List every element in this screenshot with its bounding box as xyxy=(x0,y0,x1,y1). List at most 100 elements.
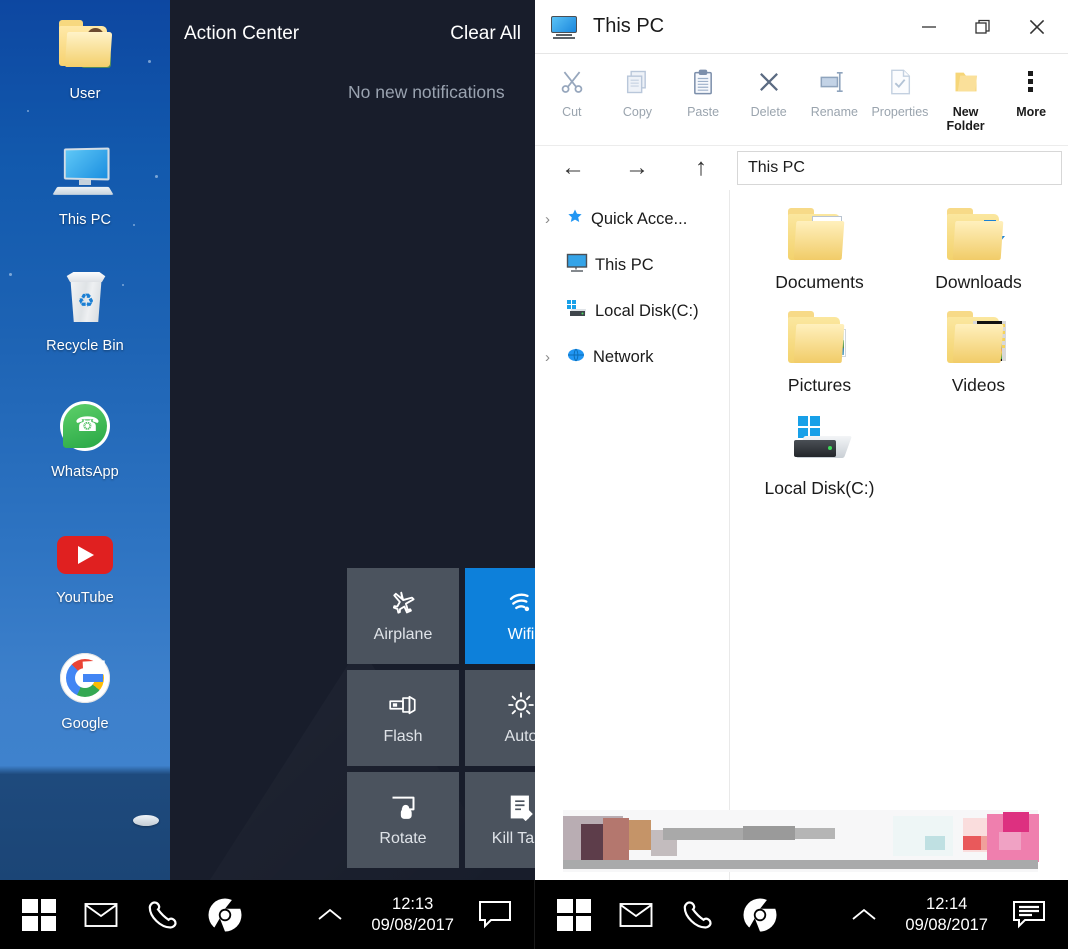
more-button[interactable]: More xyxy=(998,62,1064,119)
desktop-icon-this-pc[interactable]: This PC xyxy=(0,142,170,228)
delete-button[interactable]: Delete xyxy=(736,62,802,119)
action-center-empty-icon[interactable] xyxy=(464,880,526,949)
new-folder-button[interactable]: New Folder xyxy=(933,62,999,134)
file-item-downloads[interactable]: Downloads xyxy=(899,204,1058,293)
file-item-label: Local Disk(C:) xyxy=(764,478,875,498)
close-button[interactable] xyxy=(1010,2,1064,52)
back-button[interactable]: ← xyxy=(541,148,605,188)
quick-tile-label: Flash xyxy=(383,728,423,745)
explorer-sidebar: › Quick Acce... › This PC xyxy=(535,190,730,880)
delete-x-icon xyxy=(755,62,783,102)
sidebar-item-quick-access[interactable]: › Quick Acce... xyxy=(535,196,729,242)
start-button[interactable] xyxy=(543,880,605,949)
computer-monitor-icon xyxy=(566,253,588,278)
desktop-icon-user[interactable]: User xyxy=(0,16,170,102)
videos-folder-icon xyxy=(943,307,1015,369)
clear-all-button[interactable]: Clear All xyxy=(450,23,521,45)
sidebar-item-local-disk[interactable]: › Local Disk(C:) xyxy=(535,288,729,334)
window-title-bar: This PC xyxy=(535,0,1068,54)
tray-chevron-icon[interactable] xyxy=(299,880,361,949)
file-item-local-disk[interactable]: Local Disk(C:) xyxy=(740,410,899,499)
quick-settings-grid: Airplane Wifi Flash Auto Rotate Kill Ta xyxy=(347,568,535,868)
quick-tile-label: Wifi xyxy=(507,626,535,643)
file-item-videos[interactable]: Videos xyxy=(899,307,1058,396)
action-center-header: Action Center Clear All xyxy=(170,14,535,54)
chrome-icon[interactable] xyxy=(729,880,791,949)
forward-button[interactable]: → xyxy=(605,148,669,188)
computer-monitor-icon xyxy=(549,15,579,39)
file-item-label: Videos xyxy=(951,375,1006,395)
quick-tile-flash[interactable]: Flash xyxy=(347,670,459,766)
quick-tile-rotate[interactable]: Rotate xyxy=(347,772,459,868)
downloads-folder-icon xyxy=(943,204,1015,266)
start-button[interactable] xyxy=(8,880,70,949)
rename-button[interactable]: Rename xyxy=(802,62,868,119)
minimize-button[interactable] xyxy=(902,2,956,52)
desktop-icon-label: WhatsApp xyxy=(51,464,119,480)
cut-button[interactable]: Cut xyxy=(539,62,605,119)
action-center-panel: Action Center Clear All No new notificat… xyxy=(170,0,535,880)
file-item-label: Documents xyxy=(775,272,864,292)
quick-tile-label: Kill Task xyxy=(491,830,535,847)
youtube-icon xyxy=(53,520,117,584)
file-item-documents[interactable]: A Documents xyxy=(740,204,899,293)
sidebar-label: This PC xyxy=(595,255,654,274)
properties-button[interactable]: Properties xyxy=(867,62,933,119)
desktop-icon-label: This PC xyxy=(58,212,112,228)
windows-logo-icon xyxy=(22,898,56,931)
address-bar[interactable]: This PC xyxy=(737,151,1062,185)
desktop-icon-google[interactable]: Google xyxy=(0,646,170,732)
action-center-active-icon[interactable] xyxy=(998,880,1060,949)
phone-icon[interactable] xyxy=(132,880,194,949)
clipboard-icon xyxy=(689,62,717,102)
desktop-icon-label: Recycle Bin xyxy=(46,338,124,354)
mail-icon[interactable] xyxy=(70,880,132,949)
quick-tile-wifi[interactable]: Wifi xyxy=(465,568,535,664)
explorer-toolbar: Cut Copy Paste Delete Rename Properties … xyxy=(535,54,1068,146)
local-disk-drive-icon xyxy=(784,410,856,472)
file-item-label: Downloads xyxy=(935,272,1022,292)
file-item-pictures[interactable]: Pictures xyxy=(740,307,899,396)
sidebar-label: Network xyxy=(593,347,654,366)
scissors-icon xyxy=(558,62,586,102)
file-item-label: Pictures xyxy=(787,375,852,395)
up-button[interactable]: ↑ xyxy=(669,148,733,188)
windows-logo-icon xyxy=(557,898,591,931)
sidebar-item-this-pc[interactable]: › This PC xyxy=(535,242,729,288)
chevron-right-icon[interactable]: › xyxy=(545,349,559,366)
clock-time: 12:14 xyxy=(926,895,968,914)
properties-icon xyxy=(887,62,913,102)
window-title: This PC xyxy=(593,15,665,37)
tray-chevron-icon[interactable] xyxy=(833,880,895,949)
desktop-icon-recycle-bin[interactable]: ♻ Recycle Bin xyxy=(0,268,170,354)
desktop[interactable]: User This PC ♻ Recycle Bin ☎ WhatsApp Yo… xyxy=(0,0,170,880)
sidebar-item-network[interactable]: › Network xyxy=(535,334,729,380)
clock-date: 09/08/2017 xyxy=(905,915,988,934)
taskbar-right-tray: 12:14 09/08/2017 xyxy=(833,880,1068,949)
google-icon xyxy=(53,646,117,710)
quick-tile-airplane[interactable]: Airplane xyxy=(347,568,459,664)
toolbar-label: More xyxy=(1016,105,1047,119)
phone-icon[interactable] xyxy=(667,880,729,949)
desktop-icon-whatsapp[interactable]: ☎ WhatsApp xyxy=(0,394,170,480)
restore-button[interactable] xyxy=(956,2,1010,52)
desktop-icon-youtube[interactable]: YouTube xyxy=(0,520,170,606)
paste-button[interactable]: Paste xyxy=(670,62,736,119)
taskbar-left-apps xyxy=(0,880,256,949)
clock-date: 09/08/2017 xyxy=(371,915,454,934)
clock[interactable]: 12:14 09/08/2017 xyxy=(905,894,988,934)
copy-button[interactable]: Copy xyxy=(605,62,671,119)
network-globe-icon xyxy=(566,346,586,369)
taskbar-right: 12:14 09/08/2017 xyxy=(534,880,1068,949)
clock[interactable]: 12:13 09/08/2017 xyxy=(371,894,454,934)
mail-icon[interactable] xyxy=(605,880,667,949)
toolbar-label: Cut xyxy=(562,105,582,119)
no-notifications-message: No new notifications xyxy=(348,82,505,102)
rename-icon xyxy=(819,62,849,102)
chrome-icon[interactable] xyxy=(194,880,256,949)
quick-tile-auto[interactable]: Auto xyxy=(465,670,535,766)
sidebar-label: Quick Acce... xyxy=(591,209,688,228)
recycle-bin-icon: ♻ xyxy=(53,268,117,332)
quick-tile-kill-task[interactable]: Kill Task xyxy=(465,772,535,868)
chevron-right-icon[interactable]: › xyxy=(545,211,559,228)
